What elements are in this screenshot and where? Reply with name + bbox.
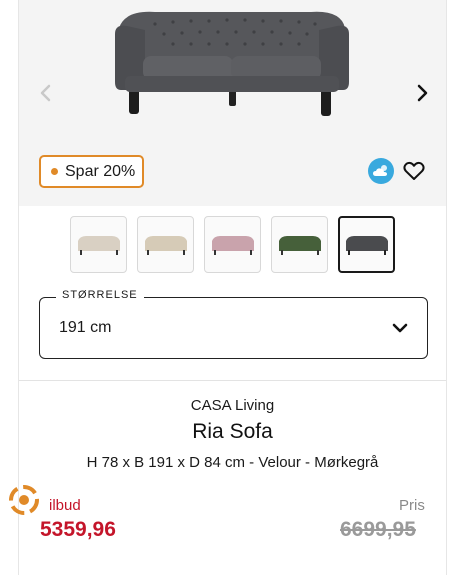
chevron-down-icon (392, 323, 408, 333)
chevron-left-icon (40, 84, 51, 102)
badge-dot (51, 168, 58, 175)
color-variant-list (70, 216, 400, 274)
color-variant-dark-grey[interactable] (338, 216, 395, 273)
sofa-image (115, 11, 349, 116)
weather-cloud-sun-icon[interactable] (368, 158, 394, 184)
product-page: Spar 20% STØRRELSE 191 cm CASA Living Ri… (0, 0, 467, 575)
product-title: Ria Sofa (192, 420, 273, 443)
discount-badge: Spar 20% (39, 155, 144, 188)
chevron-right-icon (417, 84, 428, 102)
sofa-thumbnail (144, 235, 187, 255)
sofa-thumbnail (278, 235, 321, 255)
carousel-next-button[interactable] (407, 78, 437, 108)
regular-price-label: Pris (399, 497, 425, 514)
product-brand[interactable]: CASA Living (19, 397, 446, 414)
color-variant-cream[interactable] (137, 216, 194, 273)
color-variant-pink[interactable] (204, 216, 261, 273)
offer-price: 5359,96 (40, 518, 116, 541)
heart-outline-icon (403, 161, 425, 180)
offer-label: ilbud (49, 497, 81, 514)
product-image-carousel[interactable]: Spar 20% (19, 0, 446, 206)
sofa-thumbnail (77, 235, 120, 255)
sofa-thumbnail (211, 235, 254, 255)
section-divider (19, 380, 446, 381)
offer-tag-icon (9, 485, 39, 515)
sofa-thumbnail (345, 235, 388, 255)
size-select-value: 191 cm (59, 319, 112, 336)
color-variant-green[interactable] (271, 216, 328, 273)
right-border (446, 0, 447, 575)
size-select[interactable]: STØRRELSE 191 cm (39, 289, 428, 359)
regular-price: 6699,95 (340, 518, 416, 541)
discount-badge-label: Spar 20% (65, 162, 136, 180)
size-select-label: STØRRELSE (56, 289, 144, 301)
color-variant-beige[interactable] (70, 216, 127, 273)
favorite-button[interactable] (401, 158, 427, 184)
product-specs: H 78 x B 191 x D 84 cm - Velour - Mørkeg… (86, 454, 379, 471)
carousel-prev-button[interactable] (31, 78, 61, 108)
